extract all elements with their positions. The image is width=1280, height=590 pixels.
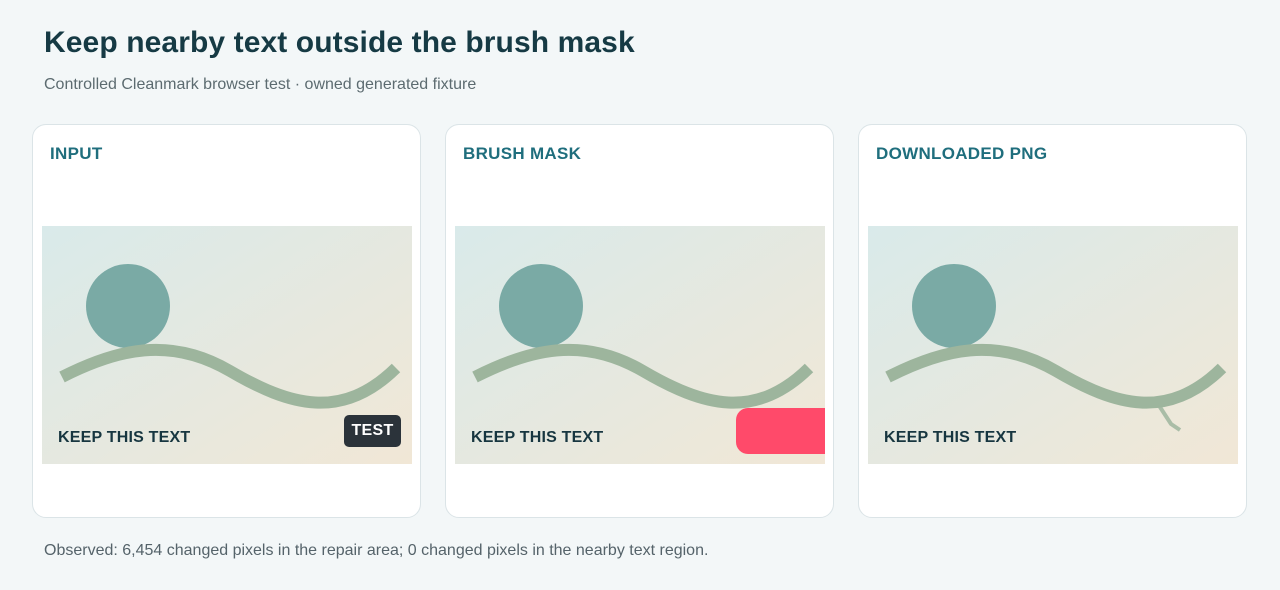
observation-note: Observed: 6,454 changed pixels in the re… <box>44 542 709 559</box>
brush-mask-overlay <box>736 408 825 454</box>
brush-mask-fixture-image: KEEP THIS TEXT <box>455 226 825 464</box>
circle-shape-icon <box>86 264 170 348</box>
keep-text-label: KEEP THIS TEXT <box>58 429 191 446</box>
keep-text-label: KEEP THIS TEXT <box>884 429 1017 446</box>
circle-shape-icon <box>912 264 996 348</box>
brush-mask-panel-heading: BRUSH MASK <box>463 144 582 163</box>
circle-shape-icon <box>499 264 583 348</box>
downloaded-png-panel: DOWNLOADED PNG KEEP THIS TEXT <box>858 124 1247 518</box>
page-title: Keep nearby text outside the brush mask <box>44 26 635 59</box>
test-watermark-badge: TEST <box>344 415 401 447</box>
input-panel-heading: INPUT <box>50 144 103 163</box>
downloaded-png-panel-heading: DOWNLOADED PNG <box>876 144 1048 163</box>
brush-mask-panel: BRUSH MASK KEEP THIS TEXT <box>445 124 834 518</box>
downloaded-png-fixture-image: KEEP THIS TEXT <box>868 226 1238 464</box>
input-panel: INPUT KEEP THIS TEXT TEST <box>32 124 421 518</box>
page-subtitle: Controlled Cleanmark browser test · owne… <box>44 76 477 93</box>
keep-text-label: KEEP THIS TEXT <box>471 429 604 446</box>
input-fixture-image: KEEP THIS TEXT TEST <box>42 226 412 464</box>
